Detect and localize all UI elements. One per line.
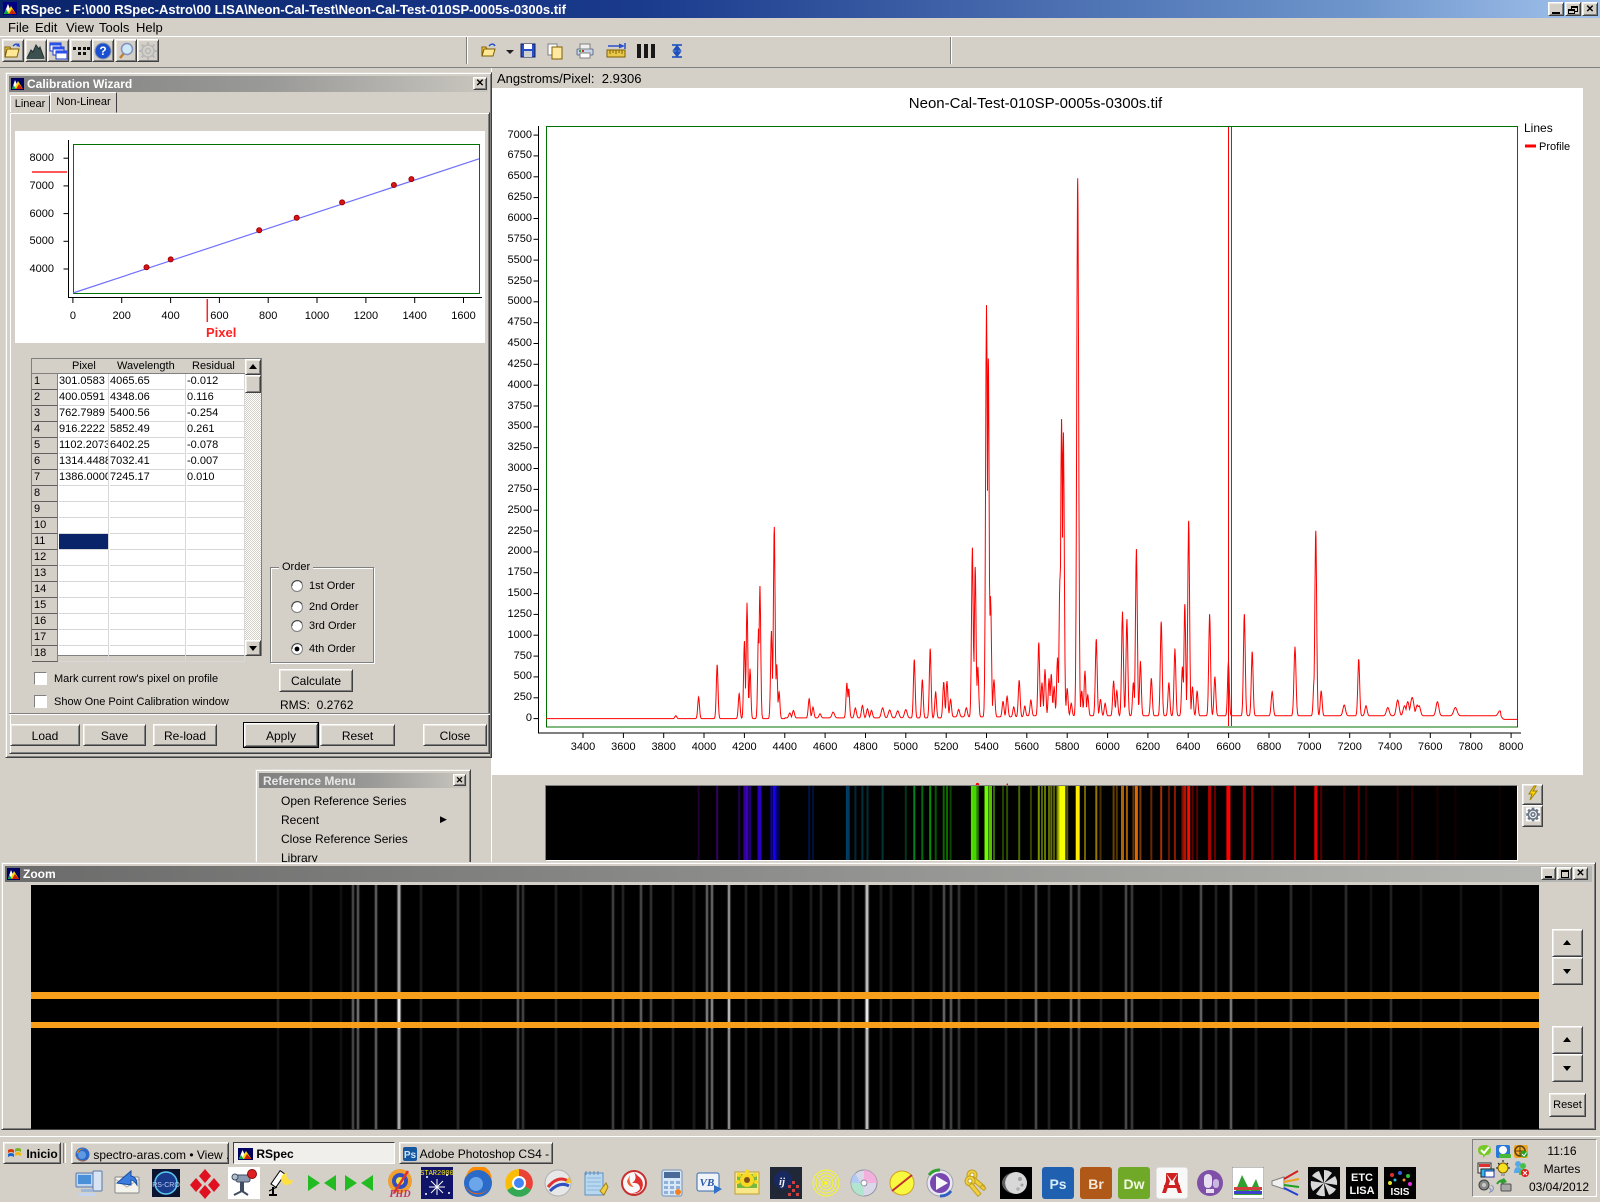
svg-text:ETC: ETC: [1351, 1172, 1373, 1184]
svg-text:Profile: Profile: [1539, 141, 1570, 153]
svg-text:STAR2000: STAR2000: [421, 1170, 453, 1178]
svg-text:Lines: Lines: [1524, 121, 1553, 135]
svg-text:Ps: Ps: [1049, 1176, 1066, 1192]
svg-text:ISIS: ISIS: [1391, 1187, 1410, 1198]
svg-text:Dw: Dw: [1124, 1176, 1145, 1192]
svg-text:VB: VB: [700, 1177, 715, 1189]
svg-text:?: ?: [99, 44, 106, 58]
svg-text:RS-CRO: RS-CRO: [152, 1182, 180, 1189]
svg-text:Br: Br: [1088, 1176, 1104, 1192]
svg-text:Ps: Ps: [404, 1150, 417, 1161]
svg-text:PHD: PHD: [389, 1189, 410, 1199]
svg-text:ij: ij: [779, 1176, 786, 1188]
svg-text:LISA: LISA: [1349, 1185, 1374, 1197]
